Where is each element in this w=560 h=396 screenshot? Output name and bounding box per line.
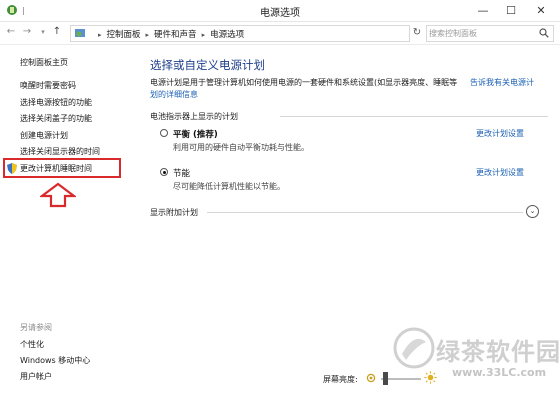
search-input[interactable] — [429, 27, 533, 39]
brightness-slider-thumb[interactable] — [383, 372, 388, 385]
power-saver-plan-name[interactable]: 节能 — [173, 167, 190, 179]
refresh-icon[interactable]: ↻ — [410, 25, 424, 40]
address-bar[interactable]: ▸控制面板▸硬件和声音▸电源选项 ▾ — [70, 25, 471, 42]
recent-locations-icon[interactable]: ▾ — [36, 25, 50, 39]
see-also-personalization[interactable]: 个性化 — [20, 339, 44, 350]
watermark-url: www.33LC.com — [452, 366, 547, 379]
see-also-label: 另请参阅 — [20, 323, 52, 332]
sidebar-item-lid-close[interactable]: 选择关闭盖子的功能 — [20, 113, 92, 124]
see-also-mobility-center[interactable]: Windows 移动中心 — [20, 355, 90, 366]
close-button[interactable]: ✕ — [526, 0, 556, 21]
watermark-logo — [393, 327, 435, 369]
navigation-bar: ← → ▾ ↑ ▸控制面板▸硬件和声音▸电源选项 ▾ ↻ — [0, 22, 560, 45]
sidebar-item-wake-password[interactable]: 唤醒时需要密码 — [20, 80, 76, 91]
breadcrumb-separator[interactable]: ▸ — [202, 31, 206, 39]
sidebar-control-panel-home[interactable]: 控制面板主页 — [20, 57, 68, 68]
balanced-change-settings-link[interactable]: 更改计划设置 — [476, 128, 524, 139]
radio-selected-dot — [162, 170, 166, 174]
red-up-arrow-icon — [40, 182, 76, 208]
expand-chevron-icon[interactable]: ⌄ — [526, 205, 539, 218]
power-saver-plan-radio[interactable] — [160, 168, 168, 176]
brightness-high-icon — [424, 371, 437, 384]
learn-more-link-continued[interactable]: 划的详细信息 — [150, 89, 198, 100]
balanced-plan-radio[interactable] — [160, 129, 168, 137]
sidebar-item-display-off[interactable]: 选择关闭显示器的时间 — [20, 146, 100, 157]
balanced-plan-name[interactable]: 平衡 (推荐) — [173, 128, 218, 140]
see-also-user-accounts[interactable]: 用户帐户 — [20, 371, 52, 382]
screen-brightness-label: 屏幕亮度: — [323, 375, 358, 384]
highlight-box — [3, 158, 121, 178]
control-panel-icon — [75, 29, 85, 37]
balanced-plan-description: 利用可用的硬件自动平衡功耗与性能。 — [173, 143, 309, 152]
breadcrumb: ▸ 控制面板 ▸ 硬件和声音 ▸ 电源选项 — [93, 28, 244, 40]
learn-more-link[interactable]: 告诉我有关电源计 — [470, 77, 534, 88]
brightness-low-icon — [366, 373, 376, 383]
breadcrumb-power-options[interactable]: 电源选项 — [210, 30, 244, 40]
watermark-text: 绿茶软件园 — [436, 338, 560, 366]
breadcrumb-separator[interactable]: ▸ — [146, 31, 150, 39]
search-icon[interactable] — [539, 28, 549, 38]
sidebar-item-power-button[interactable]: 选择电源按钮的功能 — [20, 97, 92, 108]
breadcrumb-control-panel[interactable]: 控制面板 — [107, 30, 141, 40]
forward-arrow-icon[interactable]: → — [20, 25, 34, 39]
breadcrumb-hardware-sound[interactable]: 硬件和声音 — [154, 30, 197, 40]
plans-group-label: 电池指示器上显示的计划 — [150, 112, 238, 121]
minimize-button[interactable]: — — [468, 0, 498, 21]
intro-text: 电源计划是用于管理计算机如何使用电源的一套硬件和系统设置(如显示器亮度、睡眠等 — [150, 78, 458, 87]
back-arrow-icon[interactable]: ← — [4, 25, 18, 39]
breadcrumb-separator: ▸ — [98, 31, 102, 39]
sidebar-item-create-plan[interactable]: 创建电源计划 — [20, 130, 68, 141]
power-saver-change-settings-link[interactable]: 更改计划设置 — [476, 167, 524, 178]
search-box[interactable] — [426, 25, 554, 42]
title-bar: | 电源选项 — ☐ ✕ — [0, 0, 560, 22]
divider — [207, 212, 523, 213]
page-title: 选择或自定义电源计划 — [150, 58, 265, 72]
show-additional-plans-label[interactable]: 显示附加计划 — [150, 207, 198, 218]
up-arrow-icon[interactable]: ↑ — [50, 25, 64, 39]
power-saver-plan-description: 尽可能降低计算机性能以节能。 — [173, 182, 285, 191]
divider — [280, 116, 548, 117]
maximize-button[interactable]: ☐ — [496, 0, 526, 21]
